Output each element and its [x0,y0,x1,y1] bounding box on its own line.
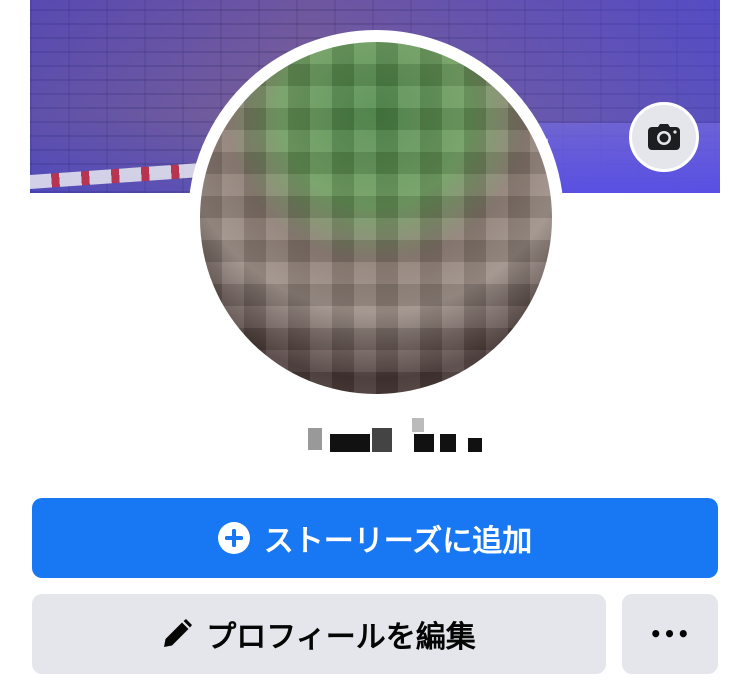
add-story-label: ストーリーズに追加 [263,524,533,559]
pencil-icon [162,619,193,649]
more-icon: ••• [649,622,691,646]
avatar[interactable] [200,42,552,394]
plus-circle-icon [217,522,250,554]
more-button[interactable]: ••• [622,594,718,674]
cover-camera-button[interactable] [629,102,699,172]
edit-profile-label: プロフィールを編集 [206,620,476,655]
profile-name-obscured [290,410,490,455]
add-story-button[interactable]: ストーリーズに追加 [32,498,718,578]
edit-profile-button[interactable]: プロフィールを編集 [32,594,606,674]
camera-icon [648,124,680,150]
